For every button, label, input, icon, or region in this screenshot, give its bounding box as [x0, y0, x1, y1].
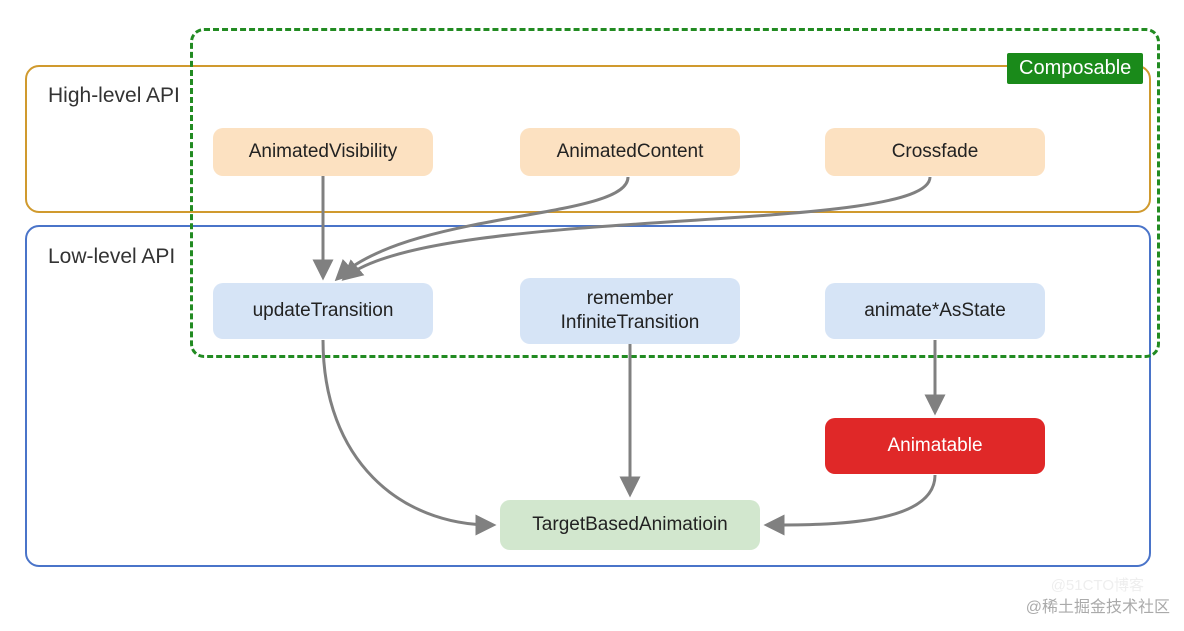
- low-level-api-label: Low-level API: [48, 245, 175, 269]
- node-remember-infinite: remember InfiniteTransition: [520, 278, 740, 344]
- node-target-based-animation: TargetBasedAnimatioin: [500, 500, 760, 550]
- high-level-api-label: High-level API: [48, 84, 180, 108]
- node-animatable: Animatable: [825, 418, 1045, 474]
- composable-badge: Composable: [1007, 53, 1143, 84]
- node-crossfade: Crossfade: [825, 128, 1045, 176]
- watermark-cn: @稀土掘金技术社区: [1026, 593, 1170, 617]
- watermark-faint: @51CTO博客: [1051, 574, 1144, 595]
- node-animate-as-state: animate*AsState: [825, 283, 1045, 339]
- node-animated-visibility: AnimatedVisibility: [213, 128, 433, 176]
- node-animated-content: AnimatedContent: [520, 128, 740, 176]
- node-update-transition: updateTransition: [213, 283, 433, 339]
